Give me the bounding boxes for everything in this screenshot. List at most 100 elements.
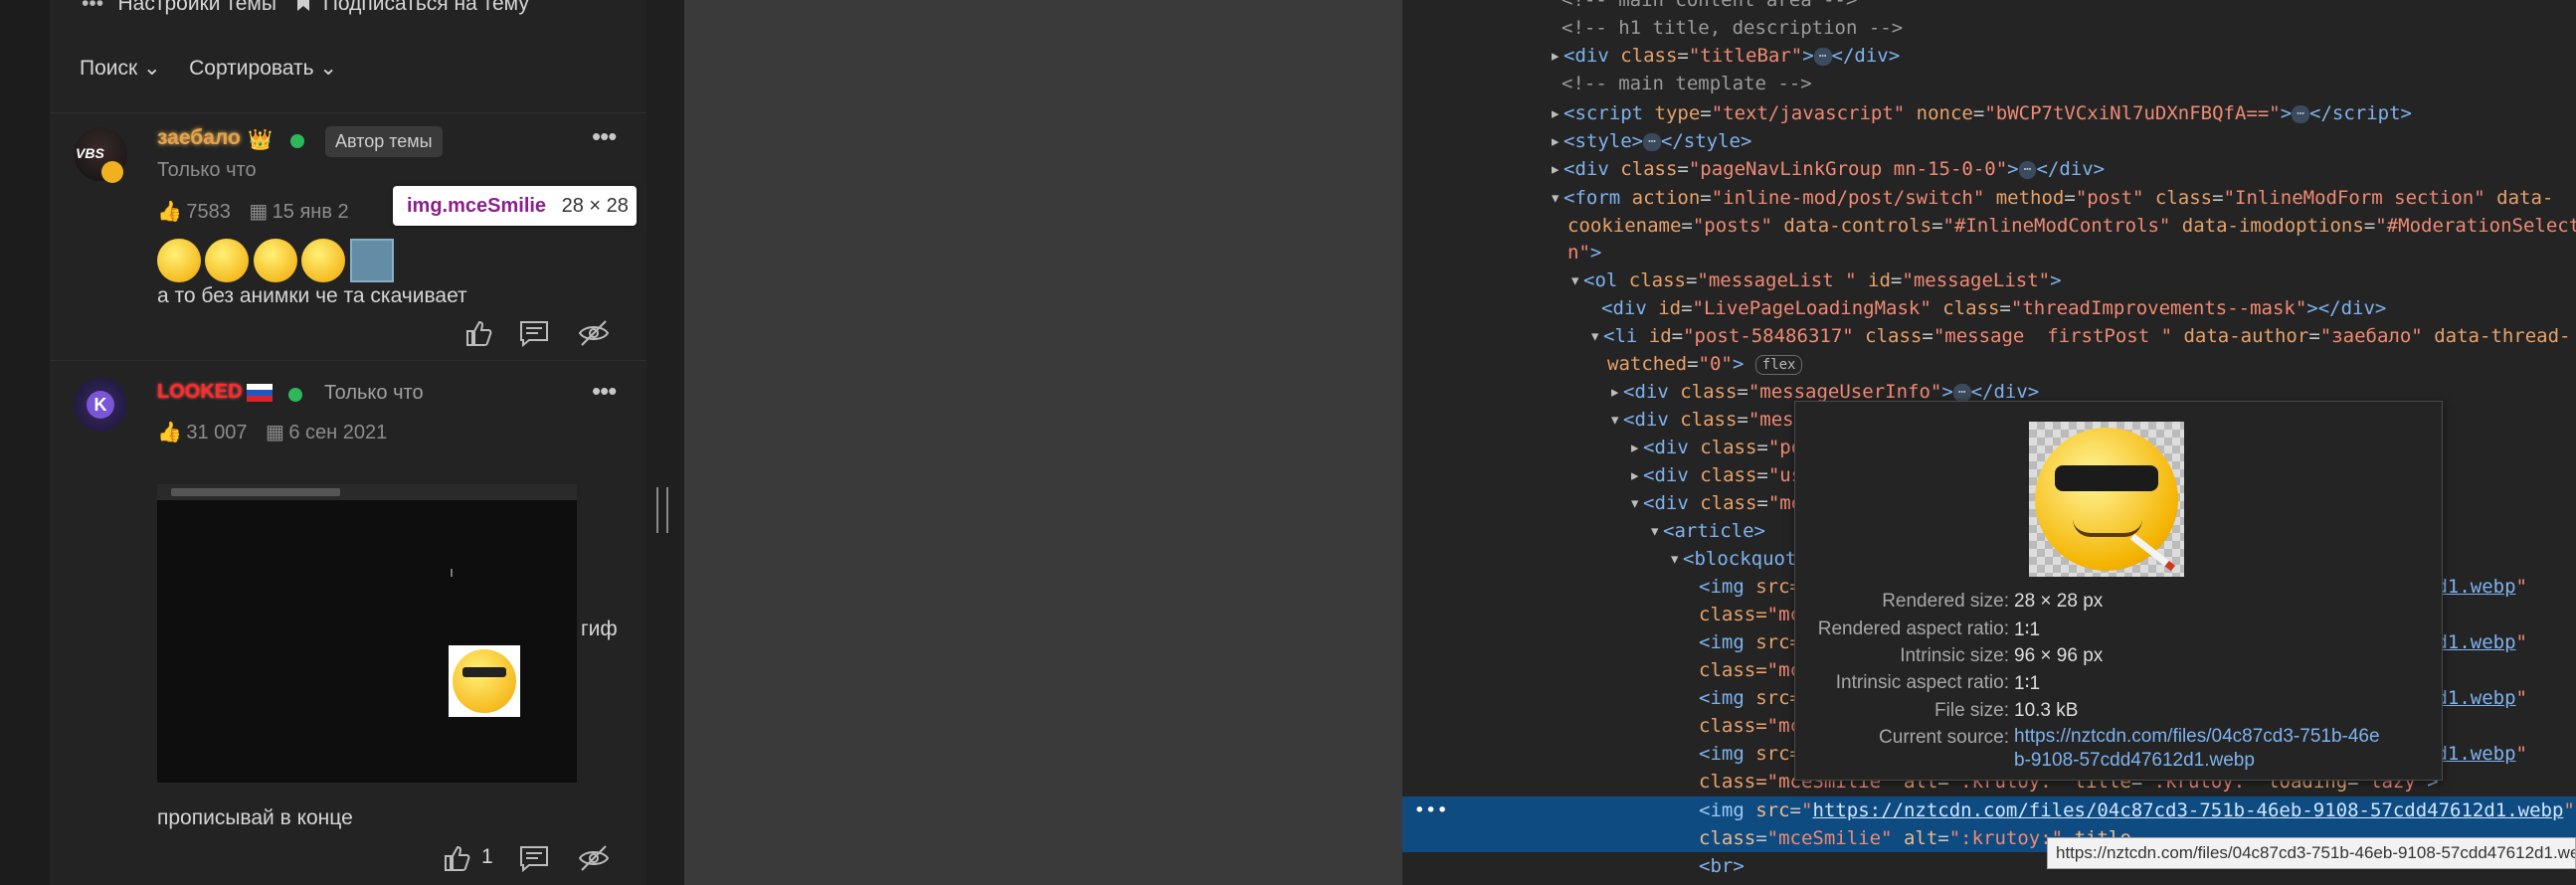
subscribe-link[interactable]: Подписаться на тему	[323, 0, 529, 15]
user-stats: 👍 7583 ▦ 15 янв 2	[157, 199, 349, 224]
reply-icon[interactable]	[517, 318, 551, 348]
dom-node[interactable]: ▸ <div class="po	[1629, 434, 1802, 461]
avatar[interactable]: VBS	[74, 127, 127, 183]
post-text: прописывай в конце	[157, 806, 353, 829]
avatar-logo: VBS	[76, 145, 104, 161]
resize-handle[interactable]	[656, 487, 668, 533]
expand-triangle-icon[interactable]: ▸	[1550, 155, 1564, 183]
like-icon[interactable]	[440, 843, 473, 873]
dom-node[interactable]: <!-- main template -->	[1562, 70, 1812, 97]
avatar-logo: K	[87, 391, 114, 419]
sort-label: Сортировать	[189, 57, 314, 80]
dom-node[interactable]: ▾ <blockquot	[1669, 545, 1796, 573]
cursor-icon	[451, 569, 459, 577]
post-menu-icon[interactable]: •••	[592, 121, 617, 152]
dom-node[interactable]: ▸ <style> ⋯ </style>	[1550, 127, 1751, 155]
collapsed-ellipsis[interactable]: ⋯	[2018, 160, 2037, 179]
like-icon[interactable]	[461, 318, 495, 348]
dom-node[interactable]: ▸ <div class="titleBar"> ⋯ </div>	[1550, 42, 1900, 70]
dom-node[interactable]: <div id="LivePageLoadingMask" class="thr…	[1601, 294, 2386, 322]
collapsed-ellipsis[interactable]: ⋯	[1643, 132, 1661, 151]
register-date: 15 янв 2	[272, 201, 349, 223]
dom-node[interactable]: <!-- main content area -->	[1562, 0, 1857, 14]
expand-triangle-icon[interactable]: ▸	[1629, 461, 1643, 489]
dom-node[interactable]: ▾ <div class="mes	[1609, 406, 1794, 434]
comment: <!-- main content area -->	[1562, 0, 1858, 11]
dom-node-continuation: cookiename="posts" data-controls="#Inlin…	[1567, 215, 2576, 237]
smilie-face-icon	[453, 649, 516, 713]
avatar[interactable]: K	[74, 378, 127, 432]
collapse-triangle-icon[interactable]: ▾	[1550, 184, 1564, 212]
intrinsic-aspect-label: Intrinsic aspect ratio:	[1835, 672, 2009, 693]
dom-node[interactable]: <br>	[1699, 852, 1745, 880]
search-dropdown[interactable]: Поиск ⌄	[80, 57, 161, 80]
dom-node[interactable]: <img src=	[1699, 684, 1801, 712]
dom-node[interactable]: ▾ <div class="me	[1629, 489, 1802, 517]
url-bar	[171, 488, 340, 496]
dom-node-continuation: watched="0"> flex	[1607, 350, 1803, 378]
img-url-link[interactable]: https://nztcdn.com/files/04c87cd3-751b-4…	[1812, 799, 2563, 821]
dom-node[interactable]: ▾ <ol class="messageList " id="messageLis…	[1569, 266, 2062, 294]
post-username[interactable]: LOOKED	[157, 381, 243, 404]
collapse-triangle-icon[interactable]: ▾	[1609, 406, 1623, 434]
image-preview	[2029, 422, 2184, 577]
dom-node[interactable]: <img src=	[1699, 628, 1801, 656]
dom-node[interactable]: ▾ <li id="post-58486317" class="message f…	[1589, 322, 2570, 350]
sort-dropdown[interactable]: Сортировать ⌄	[189, 57, 337, 80]
thread-settings-link[interactable]: Настройки темы	[118, 0, 276, 15]
collapse-triangle-icon[interactable]: ▾	[1589, 322, 1603, 350]
dom-node[interactable]: ▸ <div class="us	[1629, 461, 1802, 489]
intrinsic-size-label: Intrinsic size:	[1900, 645, 2009, 666]
collapsed-ellipsis[interactable]: ⋯	[2292, 104, 2310, 123]
empty-viewport	[684, 0, 1402, 885]
dom-node[interactable]: <img src=	[1699, 573, 1801, 601]
collapsed-ellipsis[interactable]: ⋯	[1813, 47, 1832, 66]
expand-triangle-icon[interactable]: ▸	[1550, 99, 1564, 127]
dom-node[interactable]: ▸ <div class="pageNavLinkGroup mn-15-0-0"…	[1550, 155, 2105, 183]
expand-triangle-icon[interactable]: ▸	[1609, 378, 1623, 406]
dom-node[interactable]: <!-- h1 title, description -->	[1562, 14, 1903, 42]
post-menu-icon[interactable]: •••	[592, 376, 617, 407]
online-indicator	[288, 388, 302, 402]
dom-node-continuation: n">	[1567, 242, 1602, 264]
smilie-icon	[253, 239, 297, 282]
inspect-selector: img.mceSmilie	[407, 195, 547, 217]
dom-node[interactable]: <img src=	[1699, 740, 1801, 768]
inspect-size: 28 × 28	[561, 195, 629, 217]
expand-triangle-icon[interactable]: ▸	[1550, 42, 1564, 70]
embedded-image[interactable]	[157, 484, 577, 783]
calendar-icon: ▦	[265, 422, 284, 443]
flag-icon	[247, 384, 273, 402]
collapsed-ellipsis[interactable]: ⋯	[1952, 383, 1971, 402]
br-tag: <br>	[1699, 855, 1745, 877]
current-source-value: https://nztcdn.com/files/04c87cd3-751b-4…	[2014, 725, 2380, 773]
crown-icon: 👑	[248, 129, 273, 151]
hide-icon[interactable]	[577, 843, 611, 873]
author-badge: Автор темы	[325, 126, 443, 157]
collapse-triangle-icon[interactable]: ▾	[1669, 545, 1683, 573]
file-size-value: 10.3 kB	[2014, 700, 2079, 721]
expand-triangle-icon[interactable]: ▸	[1629, 434, 1643, 461]
selected-dom-node[interactable]: <img src="https://nztcdn.com/files/04c87…	[1699, 796, 2575, 824]
reply-icon[interactable]	[517, 843, 551, 873]
expand-triangle-icon[interactable]: ▸	[1550, 127, 1564, 155]
dom-node-continuation: class="mc	[1699, 715, 1801, 737]
post-time: Только что	[324, 382, 424, 404]
dom-node[interactable]: ▾ <form action="inline-mod/post/switch" m…	[1550, 184, 2553, 212]
smilie-icon	[205, 239, 250, 282]
hide-icon[interactable]	[577, 318, 611, 348]
collapse-triangle-icon[interactable]: ▾	[1569, 266, 1583, 294]
sunglasses-icon	[462, 667, 506, 677]
more-icon[interactable]: •••	[82, 0, 103, 15]
post-username[interactable]: заебало	[157, 126, 241, 150]
comment: <!-- h1 title, description -->	[1562, 17, 1904, 39]
dom-node[interactable]: ▾ <article>	[1649, 517, 1765, 545]
node-actions-icon[interactable]: •••	[1402, 796, 1447, 824]
rendered-size-value: 28 × 28 px	[2014, 591, 2104, 612]
thumbs-up-icon: 👍	[157, 201, 182, 223]
thumbs-up-icon: 👍	[157, 422, 182, 443]
collapse-triangle-icon[interactable]: ▾	[1629, 489, 1643, 517]
collapse-triangle-icon[interactable]: ▾	[1649, 517, 1663, 545]
dom-node[interactable]: ▸ <script type="text/javascript" nonce="b…	[1550, 99, 2412, 127]
flex-badge[interactable]: flex	[1754, 354, 1803, 375]
